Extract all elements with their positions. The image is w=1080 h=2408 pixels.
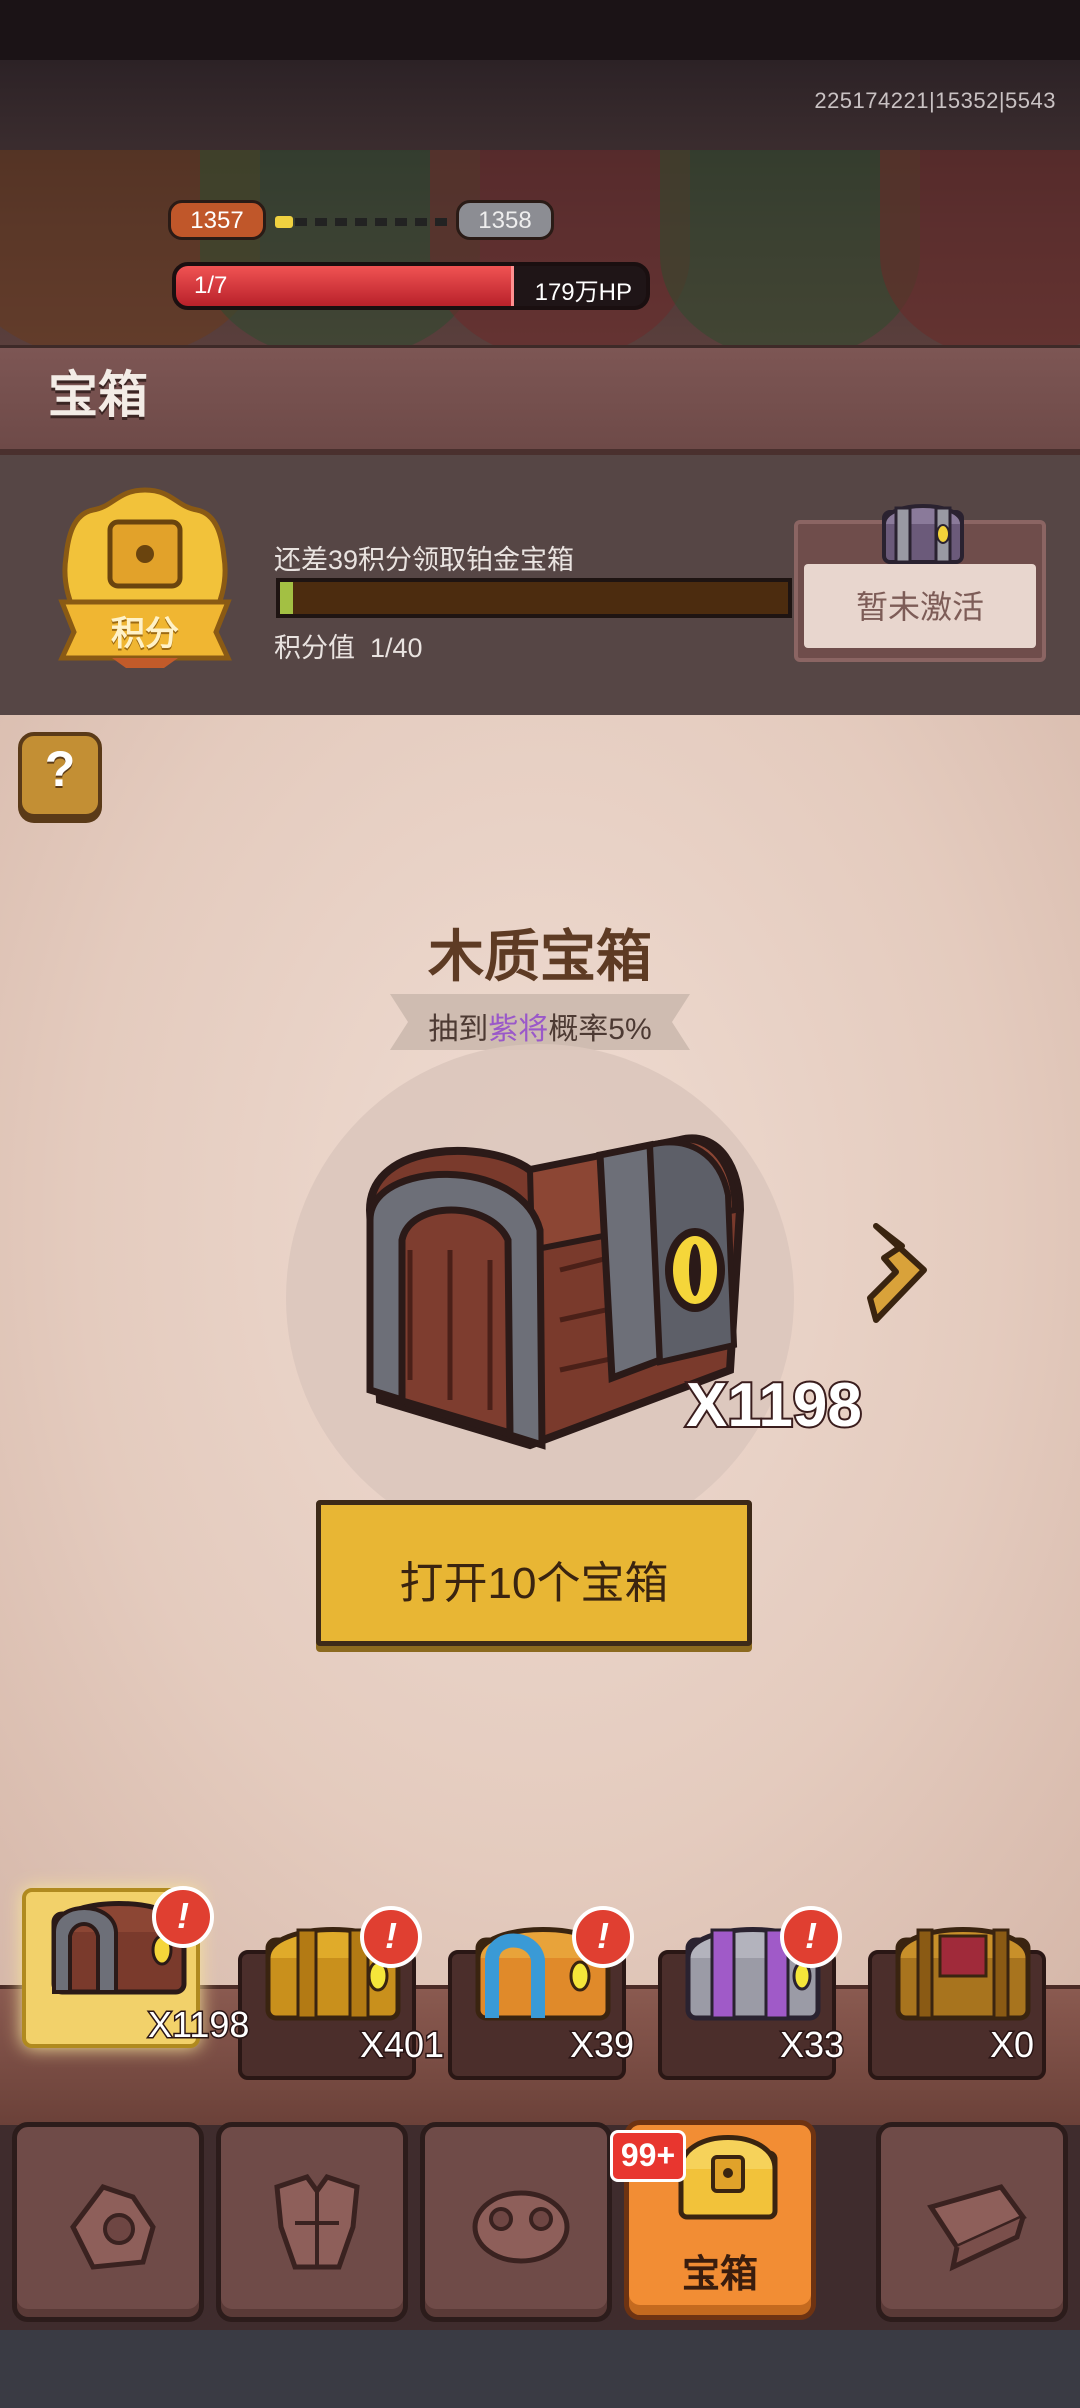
tray-alert-badge-gold: ! bbox=[360, 1906, 422, 1968]
tray-alert-badge-purple: ! bbox=[780, 1906, 842, 1968]
tray-alert-badge-blue: ! bbox=[572, 1906, 634, 1968]
points-progress-fill bbox=[280, 582, 293, 614]
header-band bbox=[0, 345, 1080, 455]
boss-stage: 1/7 bbox=[194, 272, 228, 299]
scroll-icon bbox=[927, 2184, 1027, 2272]
help-icon: ? bbox=[44, 741, 76, 797]
nav-tab-map[interactable] bbox=[876, 2122, 1068, 2322]
level-next: 1358 bbox=[456, 200, 554, 240]
nav-footer bbox=[0, 2330, 1080, 2408]
server-id: 225174221|15352|5543 bbox=[814, 88, 1056, 113]
platinum-chest-button[interactable]: 暂未激活 bbox=[794, 504, 1046, 662]
level-track bbox=[275, 218, 455, 226]
points-value: 1/40 bbox=[370, 633, 423, 663]
chest-count: X1198 bbox=[684, 1369, 864, 1442]
points-value-label: 积分值 bbox=[274, 633, 355, 663]
level-track-fill bbox=[275, 216, 293, 228]
next-chest-arrow-icon[interactable] bbox=[862, 1218, 938, 1328]
boss-hp-bar: 1/7 179万HP bbox=[172, 262, 650, 310]
tray-count-purple: X33 bbox=[778, 2023, 845, 2067]
points-progress-bar bbox=[276, 578, 792, 618]
platinum-chest-icon bbox=[882, 504, 964, 564]
nav-tab-equipment[interactable] bbox=[12, 2122, 204, 2322]
gauntlet-icon bbox=[70, 2184, 156, 2270]
chest-name: 木质宝箱 bbox=[428, 925, 652, 988]
nav-tab-relic[interactable] bbox=[420, 2122, 612, 2322]
open-chests-button[interactable]: 打开10个宝箱 bbox=[316, 1500, 752, 1646]
nav-tab-armor[interactable] bbox=[216, 2122, 408, 2322]
platinum-chest-plate: 暂未激活 bbox=[804, 564, 1036, 648]
tray-count-royal: X0 bbox=[988, 2023, 1035, 2067]
nav-tab-chest-label: 宝箱 bbox=[681, 2254, 758, 2296]
points-badge-label: 积分 bbox=[111, 615, 179, 653]
help-button[interactable]: ? bbox=[18, 732, 102, 818]
royal-chest-icon bbox=[895, 1927, 1031, 2021]
open-chests-label: 打开10个宝箱 bbox=[399, 1559, 669, 1608]
nav-chest-badge: 99+ bbox=[610, 2130, 686, 2182]
level-current: 1357 bbox=[168, 200, 266, 240]
armor-icon bbox=[274, 2174, 360, 2270]
boss-hp-text: 179万HP bbox=[534, 279, 632, 306]
tray-count-blue: X39 bbox=[568, 2023, 635, 2067]
relic-icon bbox=[472, 2190, 570, 2264]
chest-odds-text: 抽到紫将概率5% bbox=[390, 1004, 690, 1048]
chest-odds-highlight: 紫将 bbox=[488, 1013, 549, 1046]
points-value-row: 积分值 1/40 bbox=[274, 626, 423, 665]
platinum-chest-status: 暂未激活 bbox=[855, 589, 984, 625]
gold-chest-nav-icon bbox=[678, 2135, 778, 2220]
chest-odds-suffix: 概率5% bbox=[548, 1013, 652, 1046]
points-progress-text: 还差39积分领取铂金宝箱 bbox=[274, 545, 575, 575]
tray-alert-badge-wood: ! bbox=[152, 1886, 214, 1948]
tray-count-gold: X401 bbox=[358, 2023, 445, 2067]
tray-count-wood: X1198 bbox=[146, 2003, 250, 2047]
status-bar bbox=[0, 0, 1080, 60]
chest-odds-prefix: 抽到 bbox=[428, 1013, 489, 1046]
page-title: 宝箱 bbox=[48, 367, 148, 423]
